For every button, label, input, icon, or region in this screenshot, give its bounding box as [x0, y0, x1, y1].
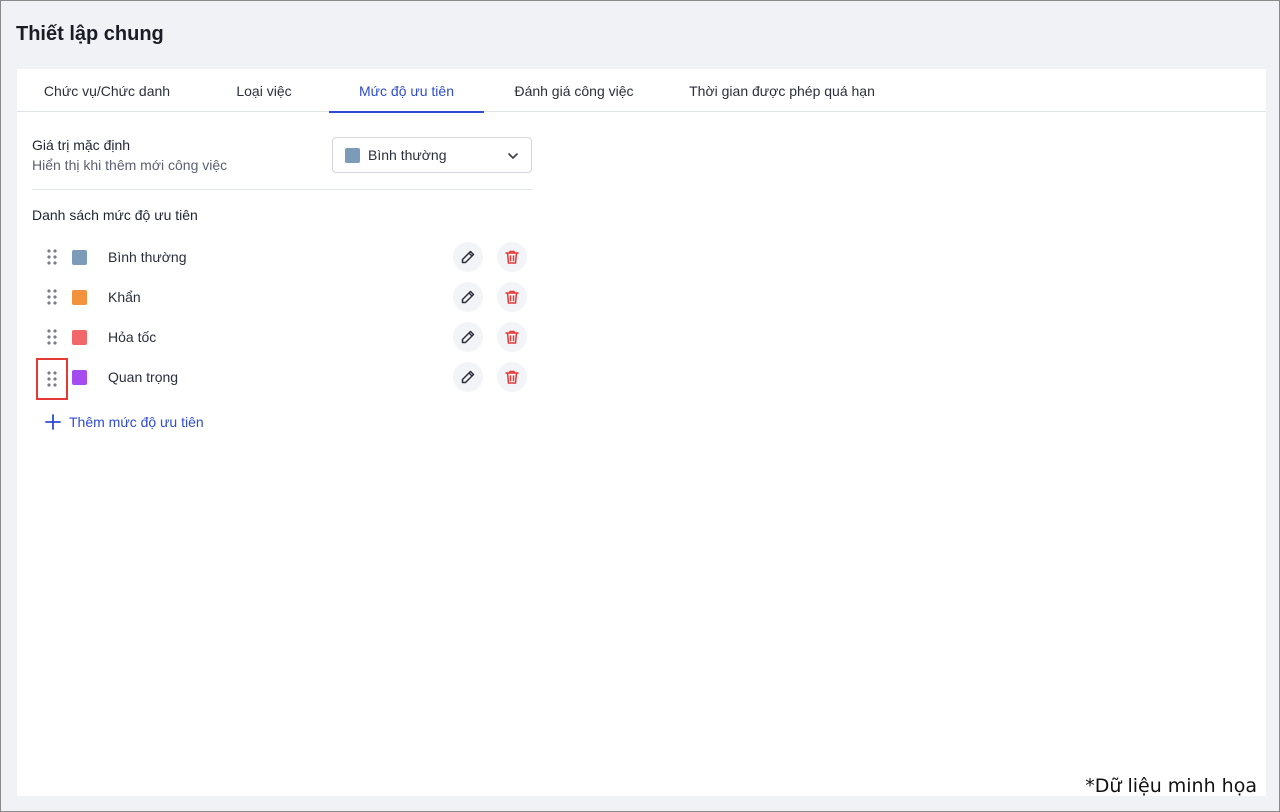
- default-priority-swatch: [345, 147, 360, 163]
- default-priority-value: Bình thường: [368, 147, 447, 163]
- priority-color-swatch: [72, 250, 87, 265]
- plus-icon: [45, 414, 61, 430]
- edit-button[interactable]: [453, 362, 483, 392]
- priority-label: Hỏa tốc: [108, 329, 157, 345]
- drag-handle-icon[interactable]: [46, 328, 58, 346]
- delete-button[interactable]: [497, 322, 527, 352]
- tab-priority[interactable]: Mức độ ưu tiên: [329, 69, 484, 113]
- drag-handle-icon[interactable]: [46, 288, 58, 306]
- drag-handle-icon[interactable]: [36, 358, 68, 400]
- priority-label: Khẩn: [108, 289, 141, 305]
- pencil-icon: [461, 370, 475, 384]
- priority-color-swatch: [72, 330, 87, 345]
- tab-position-title[interactable]: Chức vụ/Chức danh: [27, 69, 187, 112]
- default-value-subtitle: Hiển thị khi thêm mới công việc: [32, 157, 228, 173]
- priority-list-title: Danh sách mức độ ưu tiên: [32, 207, 198, 223]
- trash-icon: [505, 330, 519, 344]
- delete-button[interactable]: [497, 282, 527, 312]
- edit-button[interactable]: [453, 282, 483, 312]
- default-value-title: Giá trị mặc định: [32, 137, 131, 153]
- priority-row: Bình thường: [32, 236, 532, 276]
- pencil-icon: [461, 250, 475, 264]
- priority-row: Hỏa tốc: [32, 316, 532, 356]
- tab-work-evaluation[interactable]: Đánh giá công việc: [495, 69, 653, 112]
- illustrative-data-note: *Dữ liệu minh họa: [1085, 775, 1257, 797]
- pencil-icon: [461, 290, 475, 304]
- tab-job-type[interactable]: Loại việc: [197, 69, 331, 112]
- page-title: Thiết lập chung: [16, 23, 164, 45]
- section-divider: [32, 189, 532, 190]
- priority-row: Khẩn: [32, 276, 532, 316]
- add-priority-link[interactable]: Thêm mức độ ưu tiên: [45, 414, 204, 430]
- default-priority-select[interactable]: Bình thường: [332, 137, 532, 173]
- trash-icon: [505, 290, 519, 304]
- tab-bar: Chức vụ/Chức danh Loại việc Mức độ ưu ti…: [17, 69, 1266, 113]
- delete-button[interactable]: [497, 242, 527, 272]
- trash-icon: [505, 250, 519, 264]
- tab-overdue-time[interactable]: Thời gian được phép quá hạn: [677, 69, 887, 112]
- priority-label: Bình thường: [108, 249, 187, 265]
- trash-icon: [505, 370, 519, 384]
- app-frame: Thiết lập chung Chức vụ/Chức danh Loại v…: [0, 0, 1280, 812]
- edit-button[interactable]: [453, 322, 483, 352]
- priority-color-swatch: [72, 370, 87, 385]
- drag-handle-icon[interactable]: [46, 248, 58, 266]
- add-priority-label: Thêm mức độ ưu tiên: [69, 414, 204, 430]
- priority-label: Quan trọng: [108, 369, 179, 385]
- settings-card: Chức vụ/Chức danh Loại việc Mức độ ưu ti…: [17, 69, 1266, 796]
- delete-button[interactable]: [497, 362, 527, 392]
- priority-color-swatch: [72, 290, 87, 305]
- pencil-icon: [461, 330, 475, 344]
- priority-row: Quan trọng: [32, 356, 532, 400]
- chevron-down-icon: [508, 153, 518, 159]
- edit-button[interactable]: [453, 242, 483, 272]
